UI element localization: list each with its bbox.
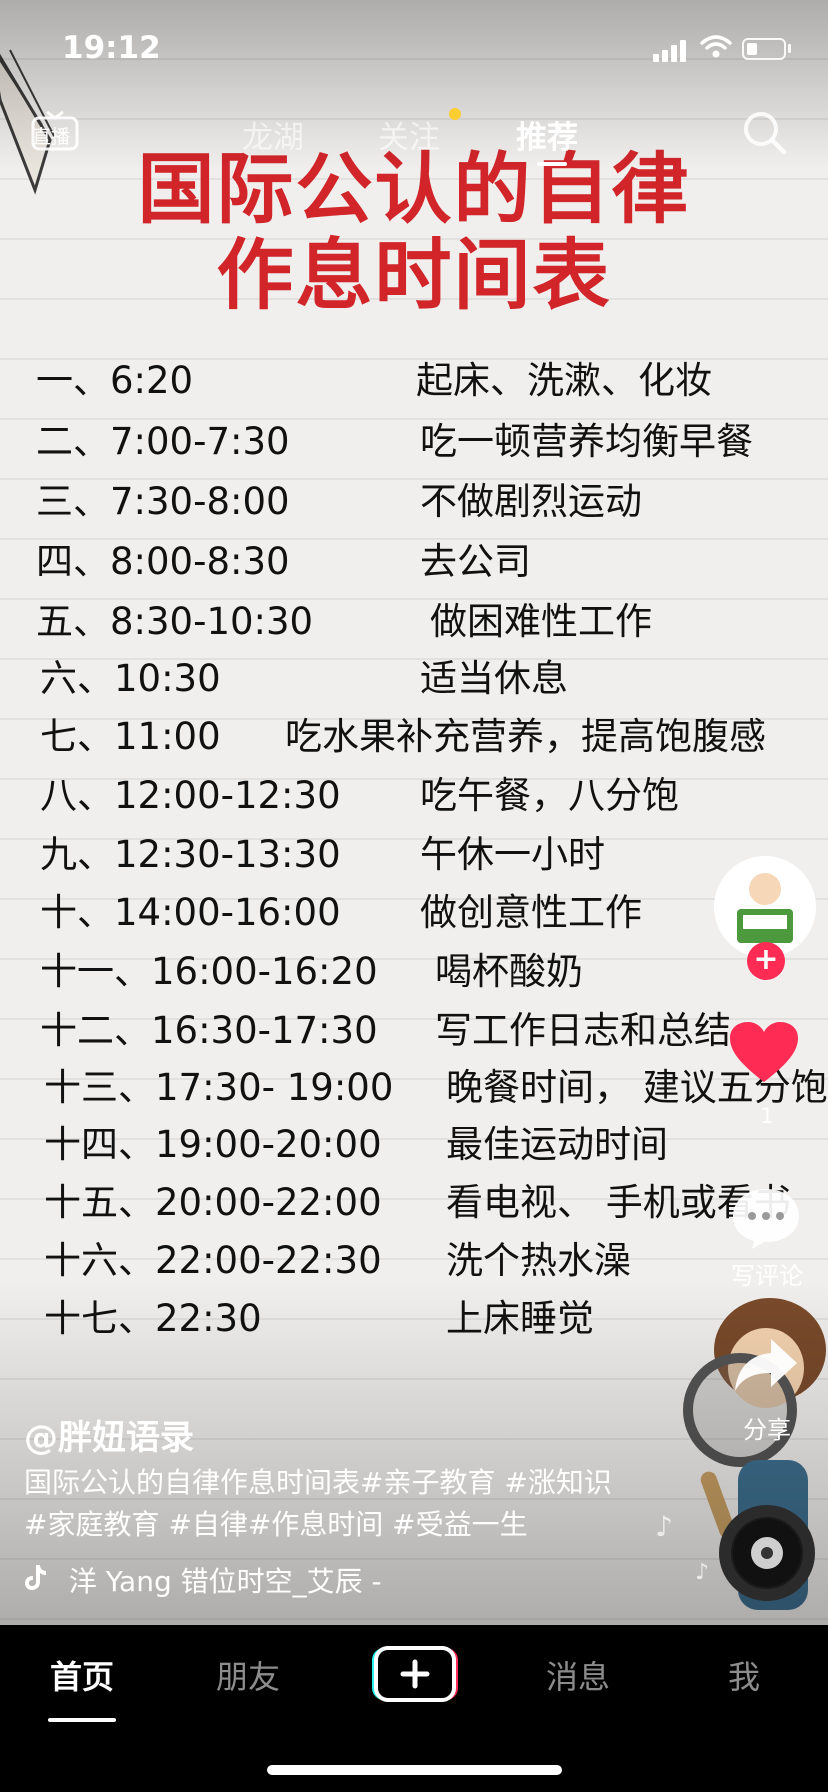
video-caption[interactable]: 国际公认的自律作息时间表#亲子教育 #涨知识 #家庭教育 #自律#作息时间 #受… xyxy=(24,1462,634,1546)
heart-icon[interactable] xyxy=(728,1020,800,1086)
tab-messages[interactable]: 消息 xyxy=(546,1652,610,1698)
video-player[interactable]: 国际公认的自律 作息时间表 一、6:20 起床、洗漱、化妆 二、7:00-7:3… xyxy=(0,0,828,1625)
floating-music-note-icon: ♪ xyxy=(695,1560,710,1585)
schedule-time: 十六、22:00-22:30 xyxy=(44,1239,382,1282)
schedule-time: 十四、19:00-20:00 xyxy=(44,1123,382,1166)
schedule-activity: 做困难性工作 xyxy=(430,600,652,643)
battery-cap xyxy=(788,44,791,53)
schedule-time: 十七、22:30 xyxy=(44,1297,262,1340)
status-time: 19:12 xyxy=(62,30,161,66)
share-label[interactable]: 分享 xyxy=(700,1410,828,1445)
search-icon[interactable] xyxy=(740,108,790,158)
schedule-time: 十一、16:00-16:20 xyxy=(40,950,378,993)
create-plus-button[interactable] xyxy=(372,1646,458,1702)
schedule-activity: 洗个热水澡 xyxy=(446,1239,631,1282)
tab-friends[interactable]: 朋友 xyxy=(216,1652,280,1698)
schedule-time: 十三、17:30- 19:00 xyxy=(44,1066,394,1109)
status-bar: 19:12 xyxy=(0,0,828,90)
music-disc-button[interactable] xyxy=(719,1505,815,1601)
schedule-activity: 最佳运动时间 xyxy=(446,1123,668,1166)
following-notification-dot xyxy=(449,108,461,120)
schedule-activity: 适当休息 xyxy=(420,657,568,700)
tiktok-note-icon xyxy=(24,1563,60,1598)
schedule-time: 二、7:00-7:30 xyxy=(36,420,290,463)
schedule-time: 五、8:30-10:30 xyxy=(36,600,314,643)
share-arrow-icon[interactable] xyxy=(733,1335,799,1395)
tab-home[interactable]: 首页 xyxy=(50,1652,114,1698)
schedule-time: 七、11:00 xyxy=(40,715,221,758)
schedule-activity: 去公司 xyxy=(420,540,531,583)
music-disc-cover-icon xyxy=(733,1519,801,1587)
schedule-activity: 不做剧烈运动 xyxy=(420,480,642,523)
comment-label[interactable]: 写评论 xyxy=(700,1256,828,1291)
avatar-illustration-icon xyxy=(717,859,813,955)
schedule-time: 十二、16:30-17:30 xyxy=(40,1009,378,1052)
comment-icon[interactable] xyxy=(730,1185,802,1251)
cellular-signal-icon xyxy=(653,38,687,62)
schedule-activity: 吃一顿营养均衡早餐 xyxy=(420,420,753,463)
author-name[interactable]: @胖妞语录 xyxy=(24,1410,194,1459)
live-label[interactable]: 直播 xyxy=(32,122,70,149)
schedule-time: 十五、20:00-22:00 xyxy=(44,1181,382,1224)
schedule-activity: 吃水果补充营养，提高饱腹感 xyxy=(285,715,766,758)
follow-plus-button[interactable]: + xyxy=(747,942,785,980)
battery-icon xyxy=(742,38,786,60)
floating-music-note-icon: ♪ xyxy=(655,1510,673,1543)
wifi-icon xyxy=(700,35,732,58)
schedule-time: 三、7:30-8:00 xyxy=(36,480,290,523)
schedule-time: 九、12:30-13:30 xyxy=(40,833,341,876)
home-indicator[interactable] xyxy=(267,1765,562,1775)
schedule-time: 十、14:00-16:00 xyxy=(40,891,341,934)
schedule-activity: 起床、洗漱、化妆 xyxy=(416,359,712,402)
schedule-time: 八、12:00-12:30 xyxy=(40,774,341,817)
schedule-time: 一、6:20 xyxy=(36,359,194,402)
schedule-activity: 喝杯酸奶 xyxy=(435,950,583,993)
music-title: 洋 Yang 错位时空_艾辰 - xyxy=(68,1565,382,1598)
schedule-activity: 做创意性工作 xyxy=(420,891,642,934)
poster-title-line2: 作息时间表 xyxy=(216,232,612,321)
schedule-activity: 写工作日志和总结 xyxy=(435,1009,731,1052)
tab-recommended[interactable]: 推荐 xyxy=(516,112,578,157)
schedule-time: 六、10:30 xyxy=(40,657,221,700)
music-info[interactable]: 洋 Yang 错位时空_艾辰 - xyxy=(24,1560,382,1598)
schedule-time: 四、8:00-8:30 xyxy=(36,540,290,583)
schedule-activity: 上床睡觉 xyxy=(446,1297,594,1340)
tab-me[interactable]: 我 xyxy=(728,1652,760,1698)
home-tab-indicator xyxy=(48,1718,116,1722)
schedule-activity: 吃午餐，八分饱 xyxy=(420,774,679,817)
tab-longhu[interactable]: 龙湖 xyxy=(242,112,304,157)
active-tab-indicator xyxy=(537,162,567,166)
schedule-activity: 午休一小时 xyxy=(420,833,605,876)
like-count: 1 xyxy=(760,1104,774,1128)
tab-following[interactable]: 关注 xyxy=(378,112,440,157)
